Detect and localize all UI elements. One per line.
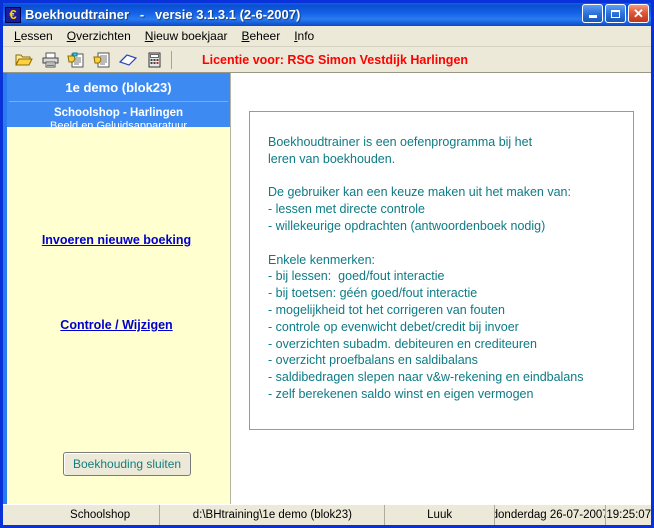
- calculator-icon: [148, 52, 161, 67]
- status-path: d:\BHtraining\1e demo (blok23): [160, 505, 386, 525]
- clipboard-edit-icon: [93, 52, 110, 67]
- info-line: Boekhoudtrainer is een oefenprogramma bi…: [268, 135, 533, 149]
- menu-label-lessen: essen: [20, 29, 53, 43]
- status-company: Schoolshop: [41, 505, 161, 525]
- close-icon: ✕: [633, 6, 644, 21]
- euro-icon: €: [5, 6, 21, 23]
- info-line: Enkele kenmerken:: [268, 252, 376, 267]
- info-line: - controle op evenwicht debet/credit bij…: [268, 319, 519, 334]
- menu-label-info: nfo: [297, 29, 315, 43]
- sidebar: 1e demo (blok23) Schoolshop - Harlingen …: [3, 73, 231, 504]
- info-line: - bij lessen: goed/fout interactie: [268, 269, 445, 284]
- menu-accel-lessen: L: [14, 29, 21, 43]
- info-panel: Boekhoudtrainer is een oefenprogramma bi…: [249, 111, 634, 430]
- clipboard-edit-button[interactable]: [89, 49, 115, 71]
- license-text: Licentie voor: RSG Simon Vestdijk Harlin…: [202, 52, 469, 67]
- maximize-button[interactable]: [605, 4, 626, 23]
- info-line: - overzichten subadm. debiteuren en cred…: [268, 336, 537, 351]
- open-folder-button[interactable]: [11, 49, 37, 71]
- info-line: - willekeurige opdrachten (antwoordenboe…: [268, 218, 546, 233]
- book-icon: [119, 53, 137, 66]
- info-line: leren van boekhouden.: [268, 151, 396, 166]
- sidebar-link-invoeren-nieuwe-boeking[interactable]: Invoeren nieuwe boeking: [3, 233, 230, 247]
- sidebar-header: 1e demo (blok23) Schoolshop - Harlingen …: [7, 73, 230, 132]
- status-date: donderdag 26-07-2007: [495, 505, 607, 525]
- calculator-button[interactable]: [141, 49, 167, 71]
- application-window: € Boekhoudtrainer - versie 3.1.3.1 (2-6-…: [0, 0, 654, 528]
- minimize-icon: [588, 15, 597, 18]
- sidebar-subtitle: Beeld en Geluidsapparatuur: [50, 120, 187, 132]
- menu-label-beheer: eheer: [249, 29, 281, 43]
- toolbar-separator: [171, 50, 172, 69]
- client-area: 1e demo (blok23) Schoolshop - Harlingen …: [3, 73, 651, 504]
- info-line: - lessen met directe controle: [268, 202, 426, 217]
- sidebar-company: Schoolshop - Harlingen: [53, 107, 184, 119]
- printer-icon: [42, 52, 59, 67]
- info-line: De gebruiker kan een keuze maken uit het…: [268, 185, 571, 200]
- menu-label-overzichten: verzichten: [76, 29, 131, 43]
- toolbar: Licentie voor: RSG Simon Vestdijk Harlin…: [3, 47, 651, 73]
- close-button[interactable]: ✕: [628, 4, 649, 23]
- title-bar: € Boekhoudtrainer - versie 3.1.3.1 (2-6-…: [3, 3, 651, 26]
- info-line: - bij toetsen: géén goed/fout interactie: [268, 286, 478, 301]
- menu-item-beheer[interactable]: Beheer: [234, 27, 287, 45]
- menu-item-nieuw-boekjaar[interactable]: Nieuw boekjaar: [138, 27, 235, 45]
- info-line: - saldibedragen slepen naar v&w-rekening…: [268, 370, 584, 385]
- status-bar: Schoolshop d:\BHtraining\1e demo (blok23…: [3, 504, 651, 525]
- menu-item-overzichten[interactable]: Overzichten: [60, 27, 138, 45]
- sidebar-accent-bar: [3, 73, 7, 504]
- menu-item-lessen[interactable]: Lessen: [7, 27, 60, 45]
- menu-item-info[interactable]: Info: [287, 27, 321, 45]
- print-button[interactable]: [37, 49, 63, 71]
- status-user: Luuk: [385, 505, 495, 525]
- maximize-icon: [611, 9, 620, 18]
- sidebar-link-controle-wijzigen[interactable]: Controle / Wijzigen: [3, 318, 230, 332]
- sidebar-demo-title: 1e demo (blok23): [9, 73, 228, 102]
- info-line: - mogelijkheid tot het corrigeren van fo…: [268, 302, 505, 317]
- menu-label-nieuw-boekjaar: ieuw boekjaar: [153, 29, 228, 43]
- info-line: - overzicht proefbalans en saldibalans: [268, 353, 478, 368]
- window-title: Boekhoudtrainer - versie 3.1.3.1 (2-6-20…: [25, 7, 301, 22]
- window-controls: ✕: [582, 4, 649, 23]
- status-cell-empty: [3, 505, 41, 525]
- info-line: - zelf berekenen saldo winst en eigen ve…: [268, 386, 534, 401]
- boekhouding-sluiten-button[interactable]: Boekhouding sluiten: [63, 452, 192, 476]
- menu-accel-overzichten: O: [66, 29, 77, 43]
- status-time: 19:25:07: [606, 509, 651, 521]
- book-button[interactable]: [115, 49, 141, 71]
- menu-accel-beheer: B: [241, 29, 250, 43]
- open-folder-icon: [15, 54, 33, 65]
- menu-bar: Lessen Overzichten Nieuw boekjaar Beheer…: [3, 26, 651, 47]
- minimize-button[interactable]: [582, 4, 603, 23]
- edit-document-button[interactable]: [63, 49, 89, 71]
- document-edit-icon: [67, 52, 84, 67]
